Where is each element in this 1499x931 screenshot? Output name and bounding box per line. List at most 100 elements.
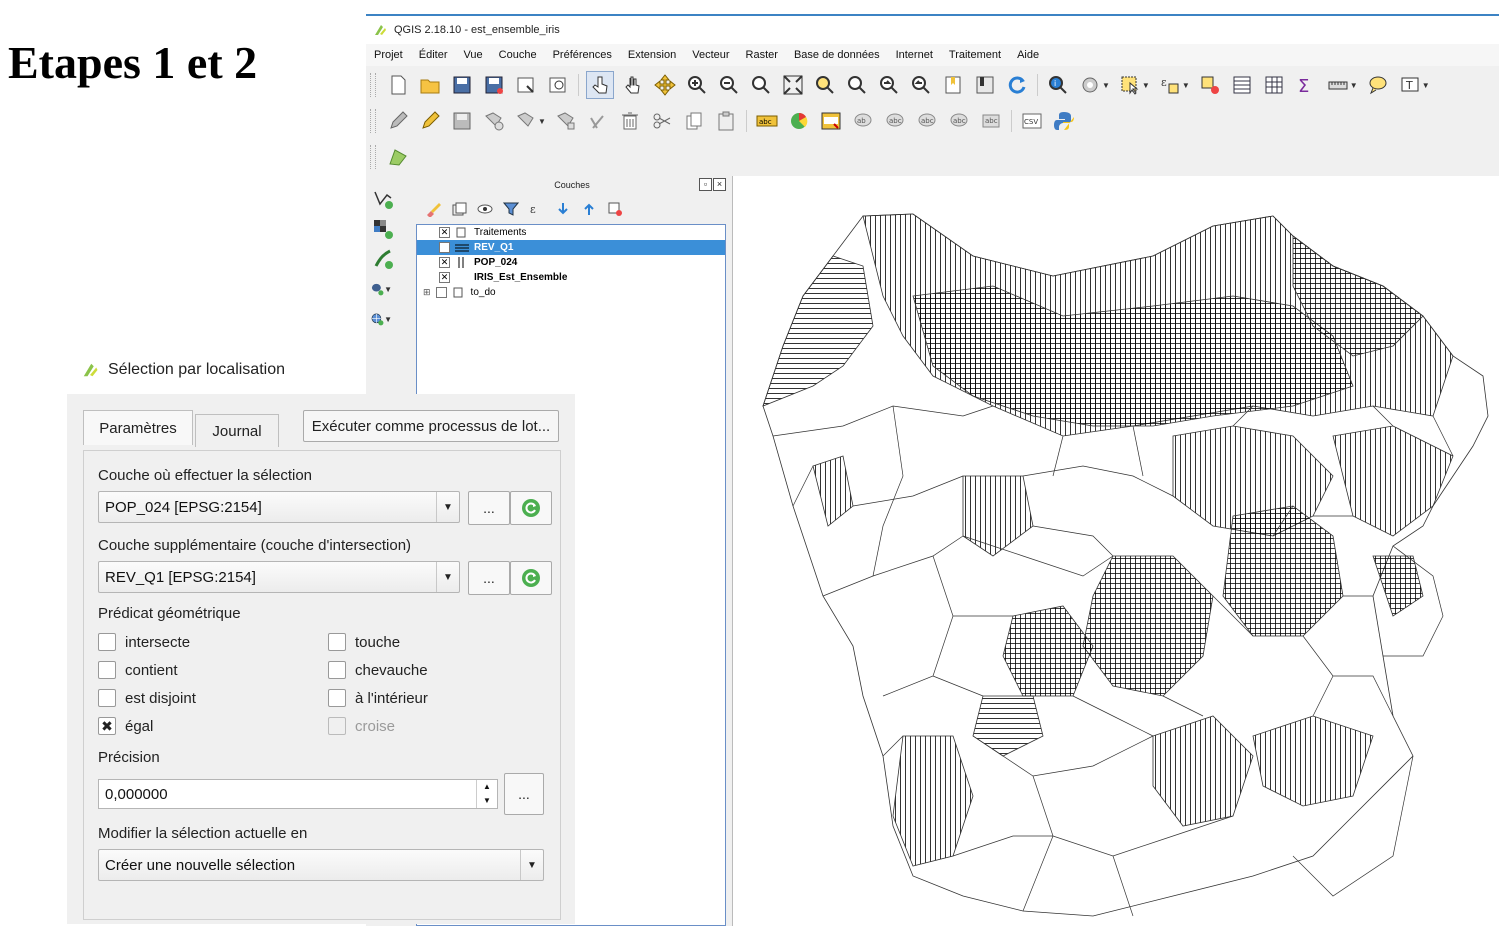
menu-couche[interactable]: Couche — [491, 49, 545, 61]
layer-checkbox[interactable]: ✕ — [439, 242, 450, 253]
expand-icon[interactable]: ⊞ — [423, 287, 431, 298]
menu-base-de-donnees[interactable]: Base de données — [786, 49, 888, 61]
tab-parametres[interactable]: Paramètres — [83, 410, 193, 445]
predicate-egal[interactable]: ✖ égal — [98, 717, 153, 735]
toolbar-grip[interactable] — [370, 73, 376, 97]
remove-layer-icon[interactable] — [605, 199, 625, 219]
layer-checkbox[interactable] — [435, 287, 447, 298]
zoom-to-selection-icon[interactable] — [812, 72, 838, 98]
layer-browse-button[interactable]: ... — [468, 491, 510, 525]
checkbox[interactable] — [98, 689, 116, 707]
add-vector-layer-icon[interactable] — [370, 186, 396, 212]
precision-browse-button[interactable]: ... — [504, 773, 544, 815]
predicate-chevauche[interactable]: chevauche — [328, 661, 428, 679]
menu-traitement[interactable]: Traitement — [941, 49, 1009, 61]
add-group-icon[interactable] — [449, 199, 469, 219]
menu-raster[interactable]: Raster — [738, 49, 786, 61]
sum-icon[interactable]: Σ — [1293, 72, 1319, 98]
layer-iterate-button[interactable] — [510, 491, 552, 525]
checkbox-checked[interactable]: ✖ — [98, 717, 116, 735]
show-bookmarks-icon[interactable] — [972, 72, 998, 98]
diagram-icon[interactable] — [786, 108, 812, 134]
plugin-layer-icon[interactable] — [385, 144, 411, 170]
menu-editer[interactable]: Éditer — [411, 49, 456, 61]
add-raster-layer-icon[interactable] — [370, 216, 396, 242]
add-delimited-text-icon[interactable] — [370, 246, 396, 272]
zoom-to-layer-icon[interactable] — [844, 72, 870, 98]
intersect-browse-button[interactable]: ... — [468, 561, 510, 595]
visibility-icon[interactable] — [475, 199, 495, 219]
label-toolbar-icon[interactable]: abc — [754, 108, 780, 134]
map-tips-icon[interactable] — [1365, 72, 1391, 98]
layer-row-rev-q1[interactable]: ✕ REV_Q1 — [417, 240, 725, 255]
csv-icon[interactable]: CSV — [1019, 108, 1045, 134]
map-view[interactable] — [733, 176, 1499, 926]
tab-journal[interactable]: Journal — [195, 414, 279, 447]
intersect-iterate-button[interactable] — [510, 561, 552, 595]
paste-features-icon[interactable] — [713, 108, 739, 134]
layer-row-pop-024[interactable]: ✕ POP_024 — [417, 255, 725, 270]
modify-selection-select[interactable]: Créer une nouvelle sélection ▼ — [98, 849, 544, 881]
attribute-table-icon[interactable] — [1229, 72, 1255, 98]
node-tool-icon[interactable] — [553, 108, 579, 134]
measure-icon[interactable] — [1325, 72, 1351, 98]
checkbox[interactable] — [328, 689, 346, 707]
current-edits-icon[interactable] — [385, 108, 411, 134]
zoom-next-icon[interactable] — [908, 72, 934, 98]
filter-expression-icon[interactable]: ε — [527, 199, 547, 219]
toggle-editing-icon[interactable] — [417, 108, 443, 134]
layer-select[interactable]: POP_024 [EPSG:2154] ▼ — [98, 491, 460, 523]
predicate-touche[interactable]: touche — [328, 633, 400, 651]
touch-zoom-icon[interactable] — [586, 71, 614, 99]
trash-icon[interactable] — [617, 108, 643, 134]
filter-icon[interactable] — [501, 199, 521, 219]
chevron-down-icon[interactable]: ▼ — [1422, 81, 1430, 90]
menu-aide[interactable]: Aide — [1009, 49, 1047, 61]
pan-to-selection-icon[interactable] — [652, 72, 678, 98]
chevron-down-icon[interactable]: ▼ — [436, 492, 459, 522]
menu-extension[interactable]: Extension — [620, 49, 684, 61]
predicate-contient[interactable]: contient — [98, 661, 178, 679]
open-project-icon[interactable] — [417, 72, 443, 98]
predicate-disjoint[interactable]: est disjoint — [98, 689, 196, 707]
layer-checkbox[interactable]: ✕ — [439, 272, 450, 283]
add-wms-layer-icon[interactable]: ▼ — [370, 306, 396, 332]
cut-features-icon[interactable] — [649, 108, 675, 134]
highlight-label-icon[interactable] — [818, 108, 844, 134]
checkbox[interactable] — [328, 633, 346, 651]
style-icon[interactable] — [423, 199, 443, 219]
chevron-down-icon[interactable]: ▼ — [1102, 81, 1110, 90]
menu-internet[interactable]: Internet — [888, 49, 941, 61]
copy-features-icon[interactable] — [681, 108, 707, 134]
zoom-in-icon[interactable] — [684, 72, 710, 98]
deselect-all-icon[interactable] — [1197, 72, 1223, 98]
layer-row-iris[interactable]: ✕ IRIS_Est_Ensemble — [417, 270, 725, 285]
zoom-last-icon[interactable] — [876, 72, 902, 98]
new-project-icon[interactable] — [385, 72, 411, 98]
intersect-layer-select[interactable]: REV_Q1 [EPSG:2154] ▼ — [98, 561, 460, 593]
save-as-icon[interactable] — [481, 72, 507, 98]
spinbox-arrows[interactable]: ▲ ▼ — [476, 780, 497, 808]
predicate-interieur[interactable]: à l'intérieur — [328, 689, 428, 707]
move-label-icon[interactable]: abc — [914, 108, 940, 134]
statistics-icon[interactable] — [1261, 72, 1287, 98]
float-panel-icon[interactable]: ▫ — [699, 178, 712, 191]
layer-checkbox[interactable]: ✕ — [439, 257, 450, 268]
chevron-down-icon[interactable]: ▼ — [384, 315, 392, 324]
checkbox[interactable] — [98, 633, 116, 651]
add-postgis-layer-icon[interactable]: ▼ — [370, 276, 396, 302]
python-console-icon[interactable] — [1051, 108, 1077, 134]
layer-row-to-do[interactable]: ⊞ to_do — [417, 285, 725, 300]
chevron-down-icon[interactable]: ▼ — [1350, 81, 1358, 90]
toolbar-grip[interactable] — [370, 145, 376, 169]
menu-vue[interactable]: Vue — [456, 49, 491, 61]
pin-labels-icon[interactable]: ab — [850, 108, 876, 134]
precision-spinbox[interactable]: 0,000000 ▲ ▼ — [98, 779, 498, 809]
change-label-icon[interactable]: abc — [978, 108, 1004, 134]
menu-projet[interactable]: Projet — [366, 49, 411, 61]
layer-checkbox[interactable]: ✕ — [439, 227, 450, 238]
expand-all-icon[interactable] — [553, 199, 573, 219]
pan-icon[interactable] — [620, 72, 646, 98]
rotate-label-icon[interactable]: abc — [946, 108, 972, 134]
zoom-out-icon[interactable] — [716, 72, 742, 98]
